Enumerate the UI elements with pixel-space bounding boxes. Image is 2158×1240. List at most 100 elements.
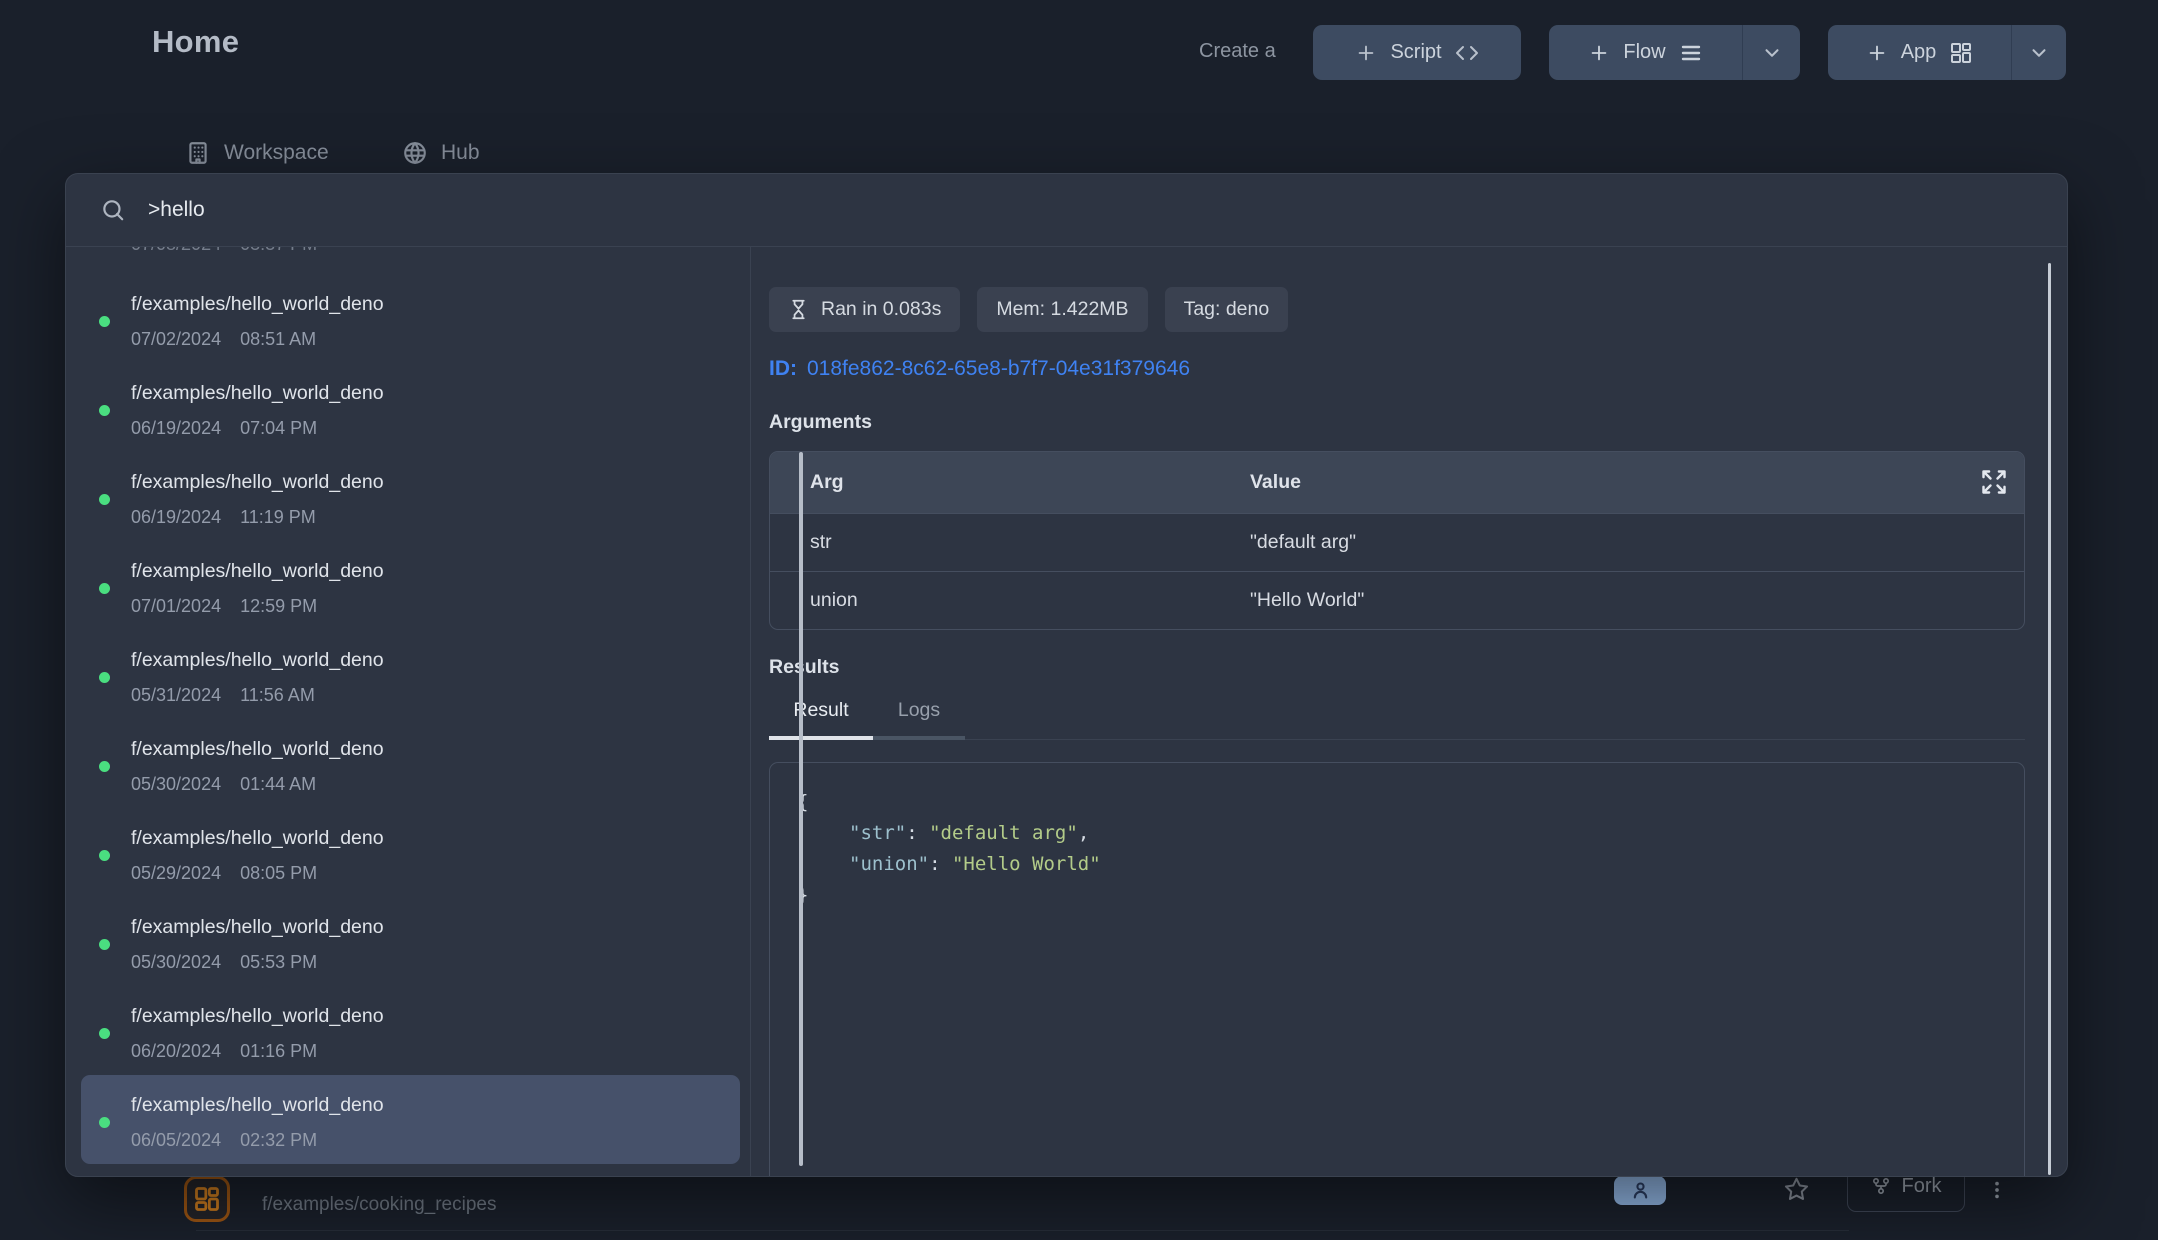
value-column-header: Value <box>1250 471 2024 494</box>
create-app-button[interactable]: App <box>1828 25 2011 80</box>
hourglass-icon <box>788 299 809 320</box>
run-time: 08:51 AM <box>240 329 316 350</box>
arguments-table-rows: str "default arg" union "Hello World" <box>770 513 2024 629</box>
json-key: "str" <box>849 822 906 844</box>
expand-table-button[interactable] <box>1980 467 2010 497</box>
run-badges: Ran in 0.083s Mem: 1.422MB Tag: deno <box>769 287 2067 332</box>
create-flow-label: Flow <box>1623 41 1665 64</box>
run-time: 02:32 PM <box>240 1130 317 1151</box>
layout-dashboard-icon <box>193 1185 221 1213</box>
run-list-item[interactable]: f/examples/hello_world_deno 07/02/2024 0… <box>81 274 740 363</box>
detail-panel-scrollbar[interactable] <box>2048 263 2051 1175</box>
palette-body: f/examples/hello_world_deno 07/08/2024 0… <box>66 247 2067 1176</box>
runs-list: f/examples/hello_world_deno 07/08/2024 0… <box>66 247 750 1176</box>
tab-logs[interactable]: Logs <box>873 699 965 740</box>
runs-list-scrollbar[interactable] <box>799 452 803 1166</box>
run-list-item[interactable]: f/examples/hello_world_deno 07/01/2024 1… <box>81 541 740 630</box>
run-stat-badge: Mem: 1.422MB <box>977 287 1147 332</box>
git-fork-icon <box>1871 1176 1891 1196</box>
run-timestamp: 06/20/2024 01:16 PM <box>131 1041 740 1062</box>
background-item-path: f/examples/cooking_recipes <box>262 1194 496 1216</box>
run-time: 01:16 PM <box>240 1041 317 1062</box>
chevron-down-icon <box>1761 42 1783 64</box>
fork-button-label: Fork <box>1902 1175 1942 1198</box>
plus-icon <box>1588 42 1610 64</box>
run-success-dot <box>99 1028 110 1039</box>
tab-workspace-label: Workspace <box>224 141 329 165</box>
chevron-down-icon <box>2028 42 2050 64</box>
expand-icon <box>1980 468 2010 496</box>
favorite-star-icon[interactable] <box>1783 1176 1810 1203</box>
run-script-path: f/examples/hello_world_deno <box>131 649 740 672</box>
run-list-item[interactable]: f/examples/hello_world_deno 06/19/2024 1… <box>81 452 740 541</box>
argument-name: union <box>770 589 1250 612</box>
run-success-dot <box>99 850 110 861</box>
run-script-path: f/examples/hello_world_deno <box>131 293 740 316</box>
plus-icon <box>1355 42 1377 64</box>
badge-label: Ran in 0.083s <box>821 298 941 321</box>
run-success-dot <box>99 583 110 594</box>
create-script-button[interactable]: Script <box>1313 25 1521 80</box>
run-list-item[interactable]: f/examples/hello_world_deno 05/30/2024 0… <box>81 897 740 986</box>
building-icon <box>185 140 211 166</box>
run-time: 01:44 AM <box>240 774 316 795</box>
user-icon <box>1630 1180 1651 1201</box>
run-list-item[interactable]: f/examples/hello_world_deno 06/05/2024 0… <box>81 1075 740 1164</box>
create-app-dropdown-button[interactable] <box>2011 25 2066 80</box>
tab-result[interactable]: Result <box>769 699 873 740</box>
tab-workspace[interactable]: Workspace <box>185 140 329 166</box>
run-date: 07/01/2024 <box>131 596 221 617</box>
run-list-item[interactable]: f/examples/hello_world_deno 05/29/2024 0… <box>81 808 740 897</box>
run-date: 07/08/2024 <box>131 247 221 255</box>
json-string-value: "default arg" <box>929 822 1078 844</box>
run-id-link[interactable]: ID: 018fe862-8c62-65e8-b7f7-04e31f379646 <box>769 357 2067 381</box>
run-script-path: f/examples/hello_world_deno <box>131 471 740 494</box>
run-success-dot <box>99 316 110 327</box>
arguments-table: Arg Value str "default arg" <box>769 451 2025 630</box>
run-timestamp: 07/02/2024 08:51 AM <box>131 329 740 350</box>
search-icon <box>100 197 126 223</box>
run-id-label: ID: <box>769 357 797 380</box>
plus-icon <box>1866 42 1888 64</box>
run-script-path: f/examples/hello_world_deno <box>131 1005 740 1028</box>
create-label: Create a <box>1199 40 1276 63</box>
run-date: 06/05/2024 <box>131 1130 221 1151</box>
results-tabs: Result Logs <box>769 699 2025 740</box>
run-timestamp: 06/05/2024 02:32 PM <box>131 1130 740 1151</box>
run-success-dot <box>99 672 110 683</box>
run-detail-panel: Ran in 0.083s Mem: 1.422MB Tag: deno ID:… <box>750 247 2067 1176</box>
json-open-brace: { <box>797 787 2024 818</box>
run-list-item[interactable]: f/examples/hello_world_deno 06/19/2024 0… <box>81 363 740 452</box>
run-success-dot <box>99 761 110 772</box>
create-flow-dropdown-button[interactable] <box>1742 25 1800 80</box>
json-key: "union" <box>849 853 929 875</box>
create-app-split-button: App <box>1828 25 2066 80</box>
run-list-item[interactable]: f/examples/hello_world_deno 07/08/2024 0… <box>81 247 740 274</box>
run-list-item[interactable]: f/examples/hello_world_deno 06/20/2024 0… <box>81 986 740 1075</box>
run-script-path: f/examples/hello_world_deno <box>131 1094 740 1117</box>
palette-search-input[interactable] <box>148 198 1348 222</box>
more-menu-icon[interactable] <box>1986 1178 2008 1202</box>
shared-users-badge[interactable] <box>1614 1176 1666 1205</box>
run-list-item[interactable]: f/examples/hello_world_deno 05/30/2024 0… <box>81 719 740 808</box>
tab-hub[interactable]: Hub <box>402 140 480 166</box>
create-flow-button[interactable]: Flow <box>1549 25 1742 80</box>
page-title: Home <box>152 24 239 60</box>
arguments-table-header: Arg Value <box>770 452 2024 513</box>
run-timestamp: 05/29/2024 08:05 PM <box>131 863 740 884</box>
run-id-value: 018fe862-8c62-65e8-b7f7-04e31f379646 <box>807 357 1190 380</box>
run-success-dot <box>99 1117 110 1128</box>
argument-name: str <box>770 531 1250 554</box>
run-stat-badge: Ran in 0.083s <box>769 287 960 332</box>
run-success-dot <box>99 494 110 505</box>
run-time: 12:59 PM <box>240 596 317 617</box>
run-list-item[interactable]: f/examples/hello_world_deno 05/31/2024 1… <box>81 630 740 719</box>
tab-hub-label: Hub <box>441 141 480 165</box>
run-timestamp: 07/08/2024 03:37 PM <box>131 247 740 255</box>
result-json-viewer: { "str": "default arg", "union": "Hello … <box>769 762 2025 1176</box>
background-row-divider <box>196 1230 1849 1231</box>
badge-label: Mem: 1.422MB <box>996 298 1128 321</box>
run-time: 11:56 AM <box>240 685 315 706</box>
run-time: 05:53 PM <box>240 952 317 973</box>
json-separator: : <box>929 853 952 875</box>
